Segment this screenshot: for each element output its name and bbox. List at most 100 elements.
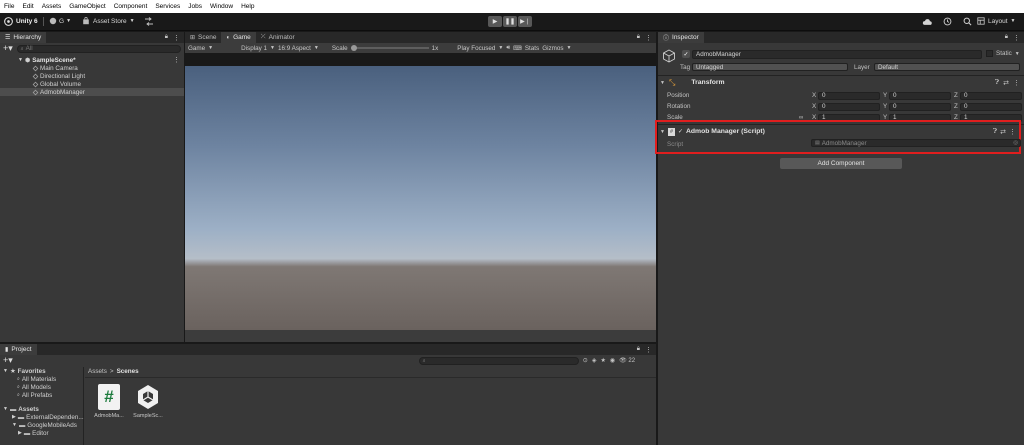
hidden-packages-icon[interactable]: ◉ bbox=[610, 357, 615, 364]
hierarchy-search-input[interactable]: ⌕ All bbox=[16, 44, 181, 53]
hierarchy-item-admobmanager[interactable]: AdmobManager bbox=[0, 88, 184, 96]
rotation-x-field[interactable]: 0 bbox=[818, 102, 880, 111]
tag-dropdown[interactable]: Untagged bbox=[692, 63, 848, 71]
menu-help[interactable]: Help bbox=[241, 3, 254, 10]
help-icon[interactable]: ❓︎ bbox=[995, 79, 999, 87]
hierarchy-item-directional-light[interactable]: Directional Light bbox=[0, 72, 184, 80]
menu-gameobject[interactable]: GameObject bbox=[69, 3, 106, 10]
visibility-count[interactable]: 👁︎ 22 bbox=[619, 357, 635, 364]
scale-slider-handle[interactable] bbox=[350, 45, 357, 51]
gameobject-cube-icon bbox=[32, 81, 39, 87]
breadcrumb-assets[interactable]: Assets bbox=[88, 368, 107, 375]
script-reference-field[interactable]: ▤ AdmobManager ◎ bbox=[811, 139, 1021, 147]
layout-dropdown[interactable]: Layout ▼ bbox=[977, 17, 1015, 25]
gizmos-button[interactable]: Gizmos bbox=[542, 45, 563, 52]
folder-external-dependency[interactable]: ▶ ▬ ExternalDependen... bbox=[0, 413, 84, 421]
tab-project[interactable]: ▮ Project bbox=[0, 344, 37, 355]
more-options-icon[interactable]: ⋮ bbox=[645, 346, 652, 354]
position-y-field[interactable]: 0 bbox=[889, 91, 951, 100]
menu-assets[interactable]: Assets bbox=[42, 3, 62, 10]
favorite-all-prefabs[interactable]: ⌕ All Prefabs bbox=[0, 391, 83, 399]
more-options-icon[interactable]: ⋮ bbox=[1009, 128, 1016, 136]
menu-services[interactable]: Services bbox=[155, 3, 180, 10]
hierarchy-item-main-camera[interactable]: Main Camera bbox=[0, 64, 184, 72]
more-options-icon[interactable]: ⋮ bbox=[173, 56, 180, 64]
object-name-field[interactable]: AdmobManager bbox=[692, 50, 982, 59]
lock-icon[interactable]: 🔒︎ bbox=[637, 346, 640, 353]
layer-dropdown[interactable]: Default bbox=[874, 63, 1020, 71]
tab-inspector[interactable]: ⓘ Inspector bbox=[658, 32, 704, 43]
mute-audio-icon[interactable]: 🔊︎ bbox=[506, 45, 510, 52]
axis-y-label: Y bbox=[883, 103, 888, 110]
favorite-all-models[interactable]: ⌕ All Models bbox=[0, 383, 83, 391]
game-mode-dropdown[interactable]: Game bbox=[188, 45, 205, 52]
axis-x-label: X bbox=[812, 103, 817, 110]
menu-window[interactable]: Window bbox=[210, 3, 233, 10]
presets-icon[interactable]: ⇄ bbox=[1000, 128, 1006, 136]
static-toggle[interactable]: Static ▼ bbox=[986, 50, 1020, 57]
pause-button[interactable]: ❚❚ bbox=[503, 16, 517, 27]
stats-button[interactable]: Stats bbox=[525, 45, 539, 52]
search-by-label-icon[interactable]: ◈ bbox=[592, 357, 597, 364]
breadcrumb-scenes[interactable]: Scenes bbox=[117, 368, 139, 375]
transform-header[interactable]: ▼ ⤡ Transform ❓︎ ⇄ ⋮ bbox=[660, 77, 1022, 88]
more-options-icon[interactable]: ⋮ bbox=[645, 34, 652, 42]
position-z-field[interactable]: 0 bbox=[960, 91, 1022, 100]
account-dropdown[interactable]: G ▼ bbox=[49, 17, 71, 25]
menu-file[interactable]: File bbox=[4, 3, 14, 10]
presets-icon[interactable]: ⇄ bbox=[1003, 79, 1009, 87]
search-by-type-icon[interactable]: ⊙ bbox=[583, 357, 588, 364]
display-dropdown[interactable]: Display 1 bbox=[241, 45, 267, 52]
asset-admobmanager-script[interactable]: # AdmobMa... bbox=[93, 384, 125, 419]
rotation-z-field[interactable]: 0 bbox=[960, 102, 1022, 111]
script-component-header[interactable]: ▼ # ✓ Admob Manager (Script) ❓︎ ⇄ ⋮ bbox=[660, 126, 1018, 137]
asset-samplescene[interactable]: SampleSc... bbox=[132, 384, 164, 419]
add-component-button[interactable]: Add Component bbox=[780, 158, 902, 169]
lock-icon[interactable]: 🔒︎ bbox=[165, 34, 168, 41]
play-focused-dropdown[interactable]: Play Focused bbox=[457, 45, 495, 52]
help-icon[interactable]: ❓︎ bbox=[993, 128, 997, 136]
version-control-icon[interactable] bbox=[144, 17, 154, 28]
search-icon[interactable] bbox=[963, 17, 972, 26]
more-options-icon[interactable]: ⋮ bbox=[173, 34, 180, 42]
step-button[interactable]: ▶❘ bbox=[518, 16, 532, 27]
play-button[interactable]: ▶ bbox=[488, 16, 502, 27]
tab-animator[interactable]: ⤫ Animator bbox=[256, 32, 300, 43]
history-icon[interactable] bbox=[943, 17, 952, 26]
object-picker-icon[interactable]: ◎ bbox=[1013, 140, 1018, 146]
static-checkbox[interactable] bbox=[986, 50, 993, 57]
scene-root[interactable]: ▼ ⬢ SampleScene* ⋮ bbox=[0, 56, 184, 65]
add-button[interactable]: +▾ bbox=[3, 43, 13, 54]
lock-icon[interactable]: 🔒︎ bbox=[637, 34, 640, 41]
game-render-viewport[interactable] bbox=[185, 66, 656, 330]
project-search-input[interactable]: ⌕ bbox=[418, 356, 579, 365]
more-options-icon[interactable]: ⋮ bbox=[1013, 79, 1020, 87]
hierarchy-item-global-volume[interactable]: Global Volume bbox=[0, 80, 184, 88]
chevron-down-icon: ▼ bbox=[270, 45, 275, 51]
asset-store-dropdown[interactable]: Asset Store ▼ bbox=[82, 17, 135, 25]
cloud-icon[interactable] bbox=[922, 18, 932, 26]
rotation-y-field[interactable]: 0 bbox=[889, 102, 951, 111]
favorite-all-materials[interactable]: ⌕ All Materials bbox=[0, 375, 83, 383]
tab-scene[interactable]: ⊞ Scene bbox=[185, 32, 221, 43]
active-checkbox[interactable]: ✓ bbox=[682, 50, 690, 58]
aspect-dropdown[interactable]: 16:9 Aspect bbox=[278, 45, 311, 52]
folder-editor[interactable]: ▶ ▬ Editor bbox=[0, 429, 83, 437]
shortcut-icon[interactable]: ⌨ bbox=[513, 45, 522, 52]
folder-google-mobile-ads[interactable]: ▼ ▬ GoogleMobileAds bbox=[0, 421, 83, 429]
assets-root[interactable]: ▼ ▬ Assets bbox=[0, 405, 83, 413]
more-options-icon[interactable]: ⋮ bbox=[1013, 34, 1020, 42]
position-x-field[interactable]: 0 bbox=[818, 91, 880, 100]
menu-jobs[interactable]: Jobs bbox=[188, 3, 202, 10]
scale-slider[interactable] bbox=[350, 45, 429, 51]
unity-version-button[interactable]: Unity 6 bbox=[4, 17, 38, 26]
create-button[interactable]: +▾ bbox=[3, 355, 13, 366]
favorite-icon[interactable]: ★ bbox=[600, 357, 605, 364]
favorites-header[interactable]: ▼ ★ Favorites bbox=[0, 367, 83, 375]
menu-component[interactable]: Component bbox=[114, 3, 148, 10]
lock-icon[interactable]: 🔒︎ bbox=[1005, 34, 1008, 41]
enabled-checkbox[interactable]: ✓ bbox=[678, 128, 683, 135]
tab-hierarchy[interactable]: ☰ Hierarchy bbox=[0, 32, 47, 43]
menu-edit[interactable]: Edit bbox=[22, 3, 33, 10]
tab-game[interactable]: ◐ Game bbox=[221, 32, 256, 43]
